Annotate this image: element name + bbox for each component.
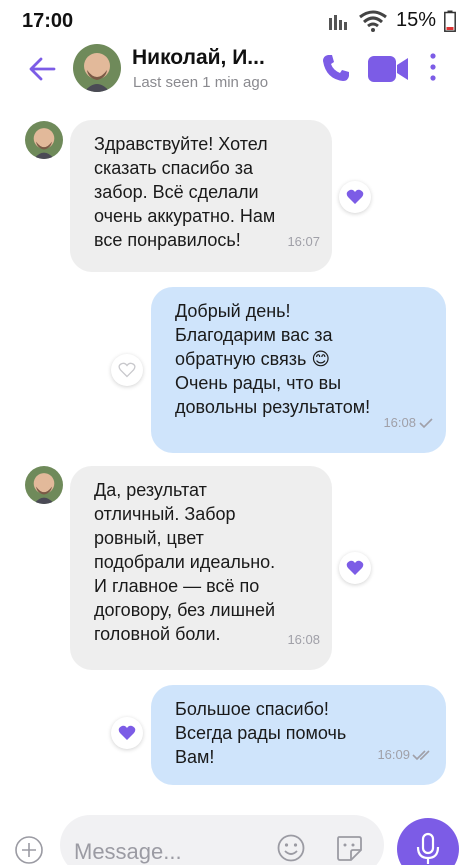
check-icon bbox=[419, 418, 433, 429]
message-time: 16:07 bbox=[287, 234, 320, 249]
microphone-button[interactable] bbox=[397, 818, 459, 865]
last-seen-status: Last seen 1 min ago bbox=[133, 74, 269, 91]
message-composer bbox=[0, 815, 470, 865]
plus-icon[interactable] bbox=[14, 835, 44, 865]
sender-avatar[interactable] bbox=[25, 466, 63, 504]
double-check-icon bbox=[412, 750, 430, 761]
sender-avatar[interactable] bbox=[25, 121, 63, 159]
like-button[interactable] bbox=[111, 717, 143, 749]
contact-avatar[interactable] bbox=[73, 44, 121, 92]
status-time: 17:00 bbox=[22, 10, 74, 32]
more-vertical-icon[interactable] bbox=[425, 52, 441, 84]
message-bubble-incoming[interactable]: Здравствуйте! Хотел сказать спасибо за з… bbox=[70, 120, 332, 272]
status-bar: 17:00 15% bbox=[0, 0, 470, 40]
contact-name[interactable]: Николай, И... bbox=[132, 46, 265, 70]
message-bubble-outgoing[interactable]: Большое спасибо! Всегда рады помочь Вам!… bbox=[151, 685, 446, 785]
message-time: 16:09 bbox=[377, 743, 434, 767]
chat-header: Николай, И... Last seen 1 min ago bbox=[0, 40, 470, 102]
battery-icon bbox=[444, 10, 456, 32]
like-button[interactable] bbox=[339, 181, 371, 213]
battery-percent: 15% bbox=[395, 9, 436, 31]
signal-icon bbox=[328, 14, 347, 30]
wifi-icon bbox=[359, 10, 387, 32]
message-bubble-incoming[interactable]: Да, результат отличный. Забор ровный, цв… bbox=[70, 466, 332, 670]
arrow-left-icon[interactable] bbox=[26, 53, 58, 85]
phone-icon[interactable] bbox=[320, 52, 352, 84]
video-camera-icon[interactable] bbox=[367, 54, 409, 84]
message-bubble-outgoing[interactable]: Добрый день! Благодарим вас за обратную … bbox=[151, 287, 446, 453]
heart-filled-icon bbox=[118, 725, 136, 740]
message-time: 16:08 bbox=[287, 632, 320, 647]
microphone-icon bbox=[416, 832, 440, 864]
heart-filled-icon bbox=[346, 560, 364, 575]
like-button[interactable] bbox=[339, 552, 371, 584]
message-text: Да, результат отличный. Забор ровный, цв… bbox=[94, 480, 276, 644]
heart-filled-icon bbox=[346, 189, 364, 204]
heart-outline-icon bbox=[118, 362, 136, 378]
message-time: 16:08 bbox=[383, 411, 434, 435]
sticker-icon[interactable] bbox=[334, 833, 364, 863]
message-text: Добрый день! Благодарим вас за обратную … bbox=[175, 301, 371, 417]
message-text: Здравствуйте! Хотел сказать спасибо за з… bbox=[94, 134, 276, 250]
status-indicators: 15% bbox=[328, 9, 456, 32]
like-button[interactable] bbox=[111, 354, 143, 386]
emoji-icon[interactable] bbox=[276, 833, 306, 863]
